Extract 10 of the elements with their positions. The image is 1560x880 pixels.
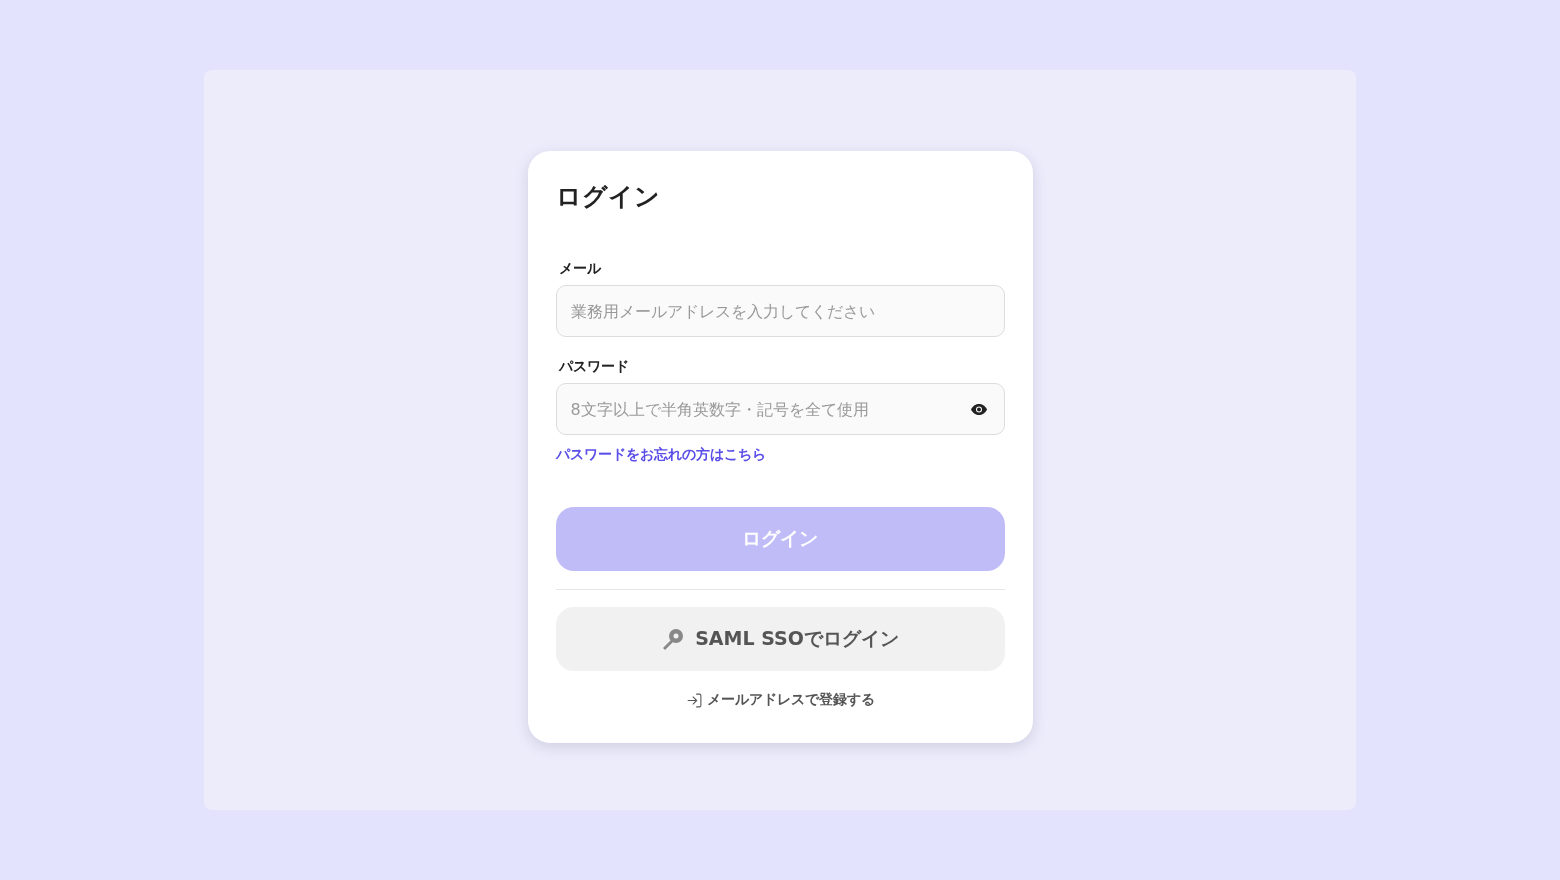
eye-icon[interactable] xyxy=(970,404,987,415)
sso-login-button[interactable]: SAML SSOでログイン xyxy=(555,607,1005,671)
key-icon xyxy=(661,627,686,651)
login-title: ログイン xyxy=(555,181,661,213)
password-field[interactable]: 8文字以上で半角英数字・記号を全て使用 xyxy=(555,383,1005,435)
field-label: パスワード xyxy=(558,357,630,375)
sign-in-icon xyxy=(685,691,703,709)
field-label: メール xyxy=(558,259,602,277)
email-field[interactable]: 業務用メールアドレスを入力してください xyxy=(555,285,1005,337)
forgot-password-link[interactable]: パスワードをお忘れの方はこちら xyxy=(555,445,766,463)
